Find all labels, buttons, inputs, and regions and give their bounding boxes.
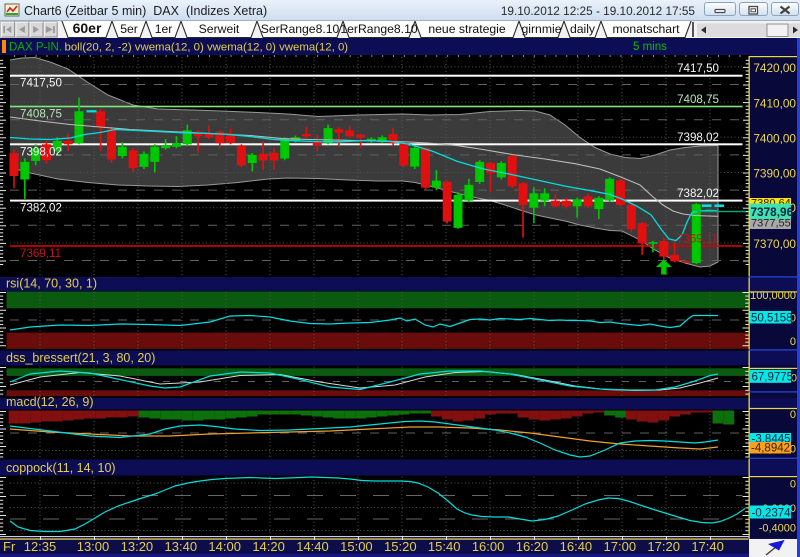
svg-text:7382,02: 7382,02: [20, 202, 62, 215]
svg-text:5 mins: 5 mins: [633, 41, 667, 53]
svg-text:macd(12, 26, 9): macd(12, 26, 9): [6, 395, 94, 409]
svg-text:7417,50: 7417,50: [20, 77, 62, 90]
svg-text:7398,02: 7398,02: [20, 145, 62, 158]
svg-text:12:35: 12:35: [24, 539, 57, 554]
svg-text:0: 0: [790, 479, 796, 491]
svg-text:0: 0: [790, 409, 796, 421]
svg-text:7408,75: 7408,75: [20, 108, 62, 121]
svg-text:13:00: 13:00: [77, 539, 110, 554]
svg-text:17:00: 17:00: [604, 539, 637, 554]
svg-text:16:40: 16:40: [560, 539, 593, 554]
svg-text:0: 0: [790, 336, 796, 348]
svg-text:16:00: 16:00: [472, 539, 505, 554]
svg-text:14:40: 14:40: [296, 539, 329, 554]
svg-text:girnmie: girnmie: [522, 22, 562, 36]
svg-text:1er: 1er: [155, 22, 173, 36]
svg-text:60er: 60er: [73, 21, 102, 36]
svg-text:rsi(14, 70, 30, 1): rsi(14, 70, 30, 1): [6, 277, 97, 291]
svg-text:7400,00: 7400,00: [753, 132, 796, 146]
svg-text:7390,00: 7390,00: [753, 167, 796, 181]
svg-text:neue strategie: neue strategie: [428, 22, 505, 36]
svg-text:daily: daily: [570, 22, 596, 36]
svg-text:14:00: 14:00: [208, 539, 241, 554]
svg-text:boll(20, 2, -2) vwema(12, 0) v: boll(20, 2, -2) vwema(12, 0) vwema(12, 0…: [65, 42, 349, 54]
svg-text:Serweit: Serweit: [199, 22, 240, 36]
svg-text:15:20: 15:20: [384, 539, 417, 554]
svg-text:7382,02: 7382,02: [677, 187, 719, 200]
svg-text:-4,8942: -4,8942: [751, 443, 790, 455]
svg-text:-0,4000: -0,4000: [759, 523, 796, 535]
svg-text:coppock(11, 14, 10): coppock(11, 14, 10): [6, 461, 116, 475]
svg-text:13:40: 13:40: [165, 539, 198, 554]
svg-text:7420,00: 7420,00: [753, 61, 796, 75]
svg-text:5er: 5er: [120, 22, 138, 36]
svg-text:monatschart: monatschart: [612, 22, 680, 36]
svg-text:14:20: 14:20: [252, 539, 285, 554]
svg-text:1erRange8.10: 1erRange8.10: [340, 22, 417, 36]
svg-text:13:20: 13:20: [121, 539, 154, 554]
svg-text:15:40: 15:40: [428, 539, 461, 554]
svg-text:67,9775: 67,9775: [752, 372, 794, 384]
svg-text:-0,2374: -0,2374: [752, 507, 792, 519]
svg-text:15:00: 15:00: [340, 539, 373, 554]
svg-text:16:20: 16:20: [516, 539, 549, 554]
svg-text:SerRange8.10: SerRange8.10: [261, 22, 340, 36]
svg-text:7408,75: 7408,75: [677, 93, 719, 106]
svg-text:7369,11: 7369,11: [20, 247, 61, 260]
svg-text:7417,50: 7417,50: [677, 62, 719, 75]
svg-text:DAX P-IN.: DAX P-IN.: [9, 42, 62, 54]
svg-text:7410,00: 7410,00: [753, 96, 796, 110]
svg-text:7377,55: 7377,55: [751, 218, 791, 230]
svg-text:Fr: Fr: [3, 539, 16, 554]
svg-text:50,5158: 50,5158: [751, 312, 793, 324]
svg-text:17:40: 17:40: [691, 539, 724, 554]
svg-text:7378,96: 7378,96: [751, 205, 794, 219]
svg-text:dss_bressert(21, 3, 80, 20): dss_bressert(21, 3, 80, 20): [6, 351, 155, 365]
svg-text:17:20: 17:20: [647, 539, 680, 554]
svg-text:7398,02: 7398,02: [677, 131, 719, 144]
svg-text:7370,00: 7370,00: [753, 237, 796, 251]
svg-text:7369,11: 7369,11: [677, 233, 718, 246]
